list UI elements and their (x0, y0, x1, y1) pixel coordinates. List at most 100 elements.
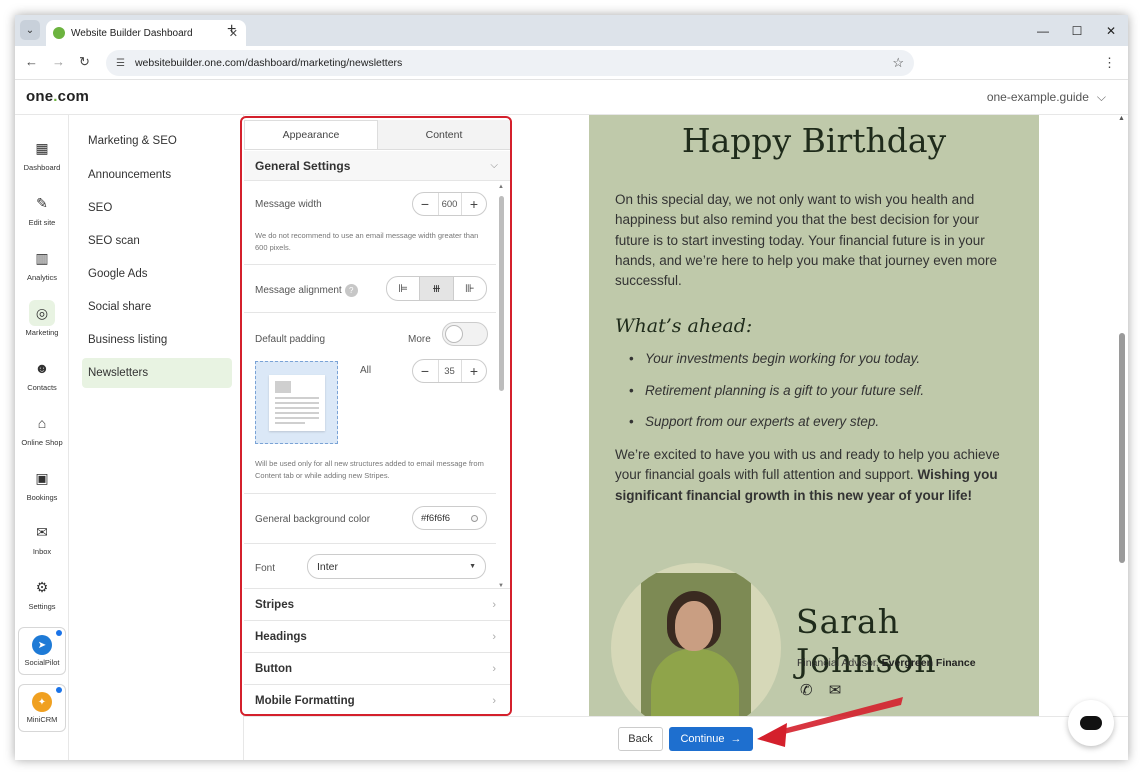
subnav-item-newsletters[interactable]: Newsletters (82, 358, 232, 388)
maximize-icon[interactable]: ☐ (1060, 15, 1094, 46)
toggle-knob (445, 325, 463, 343)
new-tab-button[interactable]: + (227, 21, 236, 39)
padding-stepper[interactable]: − 35 + (412, 359, 487, 383)
alignment-buttons: ⊫ ⧻ ⊪ (386, 276, 487, 301)
preview-scrollbar[interactable]: ▲ (1117, 115, 1127, 717)
gear-icon: ⚙ (35, 578, 49, 595)
increment-button[interactable]: + (462, 196, 486, 212)
list-item: Your investments begin working for you t… (629, 351, 1019, 383)
edit-site-icon: ✎ (36, 194, 48, 211)
logo[interactable]: one.com (26, 88, 89, 105)
email-closing: We’re excited to have you with us and re… (615, 447, 1000, 503)
rail-item-marketing[interactable]: ◎ Marketing (15, 300, 69, 337)
background-color-section: General background color #f6f6f6 (244, 494, 496, 544)
target-icon: ◎ (29, 300, 55, 326)
rail-item-bookings[interactable]: ▣ Bookings (15, 465, 69, 503)
subnav-item-social-share[interactable]: Social share (82, 292, 232, 322)
site-settings-icon[interactable]: ☰ (116, 58, 125, 69)
chevron-right-icon: › (492, 598, 496, 611)
font-label: Font (255, 563, 276, 574)
message-width-section: Message width − 600 + We do not recommen… (244, 182, 496, 265)
rail-item-online-shop[interactable]: ⌂ Online Shop (15, 410, 69, 447)
scroll-up-icon[interactable]: ▲ (498, 184, 504, 190)
image-placeholder-icon (275, 381, 291, 393)
caret-down-icon: ▼ (469, 563, 476, 570)
scroll-up-icon[interactable]: ▲ (1118, 115, 1125, 122)
mobile-formatting-section[interactable]: Mobile Formatting › (244, 684, 510, 714)
app-socialpilot[interactable]: ➤ SocialPilot (18, 627, 66, 675)
account-switcher[interactable]: one-example.guide ⌵ (987, 90, 1106, 105)
continue-button[interactable]: Continue → (669, 727, 753, 751)
message-width-value[interactable]: 600 (437, 193, 462, 215)
footer-actions: Back Continue → (244, 716, 1128, 760)
subnav-item-seo[interactable]: SEO (82, 193, 232, 223)
subnav-item-seo-scan[interactable]: SEO scan (82, 226, 232, 256)
app-minicrm[interactable]: ✦ MiniCRM (18, 684, 66, 732)
email-subheading: What’s ahead: (615, 315, 753, 337)
color-swatch[interactable] (471, 515, 478, 522)
browser-tab[interactable]: Website Builder Dashboard ✕ (46, 20, 246, 46)
rail-item-inbox[interactable]: ✉ Inbox (15, 519, 69, 557)
url-text: websitebuilder.one.com/dashboard/marketi… (134, 57, 403, 69)
advisor-portrait (611, 563, 781, 717)
headings-section[interactable]: Headings › (244, 620, 510, 652)
align-right-icon[interactable]: ⊪ (452, 277, 486, 300)
tab-content[interactable]: Content (378, 120, 510, 149)
align-left-icon[interactable]: ⊫ (387, 277, 419, 300)
background-color-input[interactable]: #f6f6f6 (412, 506, 487, 530)
padding-value[interactable]: 35 (437, 360, 462, 382)
scroll-thumb[interactable] (499, 196, 504, 391)
tab-search-button[interactable]: ⌄ (20, 20, 40, 40)
align-center-icon[interactable]: ⧻ (419, 277, 453, 300)
background-color-label: General background color (255, 514, 371, 525)
reload-icon[interactable]: ↻ (79, 54, 90, 70)
rail-item-edit-site[interactable]: ✎ Edit site (15, 190, 69, 228)
general-settings-header[interactable]: General Settings ⌵ (244, 151, 510, 181)
browser-menu-icon[interactable]: ⋮ (1103, 55, 1116, 71)
favicon-icon (53, 27, 65, 39)
appearance-settings-panel: Appearance Content General Settings ⌵ ▲ … (240, 116, 512, 716)
button-section[interactable]: Button › (244, 652, 510, 684)
message-width-stepper[interactable]: − 600 + (412, 192, 487, 216)
panel-scrollbar[interactable]: ▲ ▼ (498, 184, 506, 589)
browser-toolbar: ← → ↻ ☰ websitebuilder.one.com/dashboard… (15, 46, 1128, 80)
decrement-button[interactable]: − (413, 363, 437, 379)
rail-item-contacts[interactable]: ☻ Contacts (15, 355, 69, 392)
address-bar[interactable]: ☰ websitebuilder.one.com/dashboard/marke… (106, 50, 914, 76)
close-window-icon[interactable]: ✕ (1094, 15, 1128, 46)
rail-item-analytics[interactable]: ▥ Analytics (15, 245, 69, 283)
signature-role: Financial Advisor, Evergreen Finance (797, 657, 976, 669)
minimize-icon[interactable]: — (1026, 15, 1060, 46)
chevron-right-icon: › (492, 630, 496, 643)
tab-appearance[interactable]: Appearance (244, 120, 378, 149)
email-intro: On this special day, we not only want to… (615, 192, 997, 289)
inbox-icon: ✉ (36, 523, 48, 540)
email-preview: Happy Birthday On this special day, we n… (589, 115, 1039, 717)
help-icon[interactable]: ? (344, 284, 358, 297)
back-button[interactable]: Back (618, 727, 663, 751)
rail-item-settings[interactable]: ⚙ Settings (15, 574, 69, 612)
more-padding-toggle[interactable] (442, 322, 488, 346)
scroll-thumb[interactable] (1119, 333, 1125, 563)
message-alignment-section: Message alignment? ⊫ ⧻ ⊪ (244, 265, 496, 313)
rail-item-dashboard[interactable]: ▦ Dashboard (15, 135, 69, 173)
subnav-item-marketing-seo[interactable]: Marketing & SEO (82, 126, 232, 156)
notification-dot (56, 687, 62, 693)
list-item: Retirement planning is a gift to your fu… (629, 383, 1019, 415)
subnav-item-business-listing[interactable]: Business listing (82, 325, 232, 355)
back-arrow-icon[interactable]: ← (25, 54, 38, 69)
stripes-section[interactable]: Stripes › (244, 588, 510, 620)
message-width-help: We do not recommend to use an email mess… (255, 231, 479, 252)
chevron-right-icon: › (492, 662, 496, 675)
subnav-item-announcements[interactable]: Announcements (82, 160, 232, 190)
email-bullet-list: Your investments begin working for you t… (629, 351, 1019, 446)
chat-button[interactable] (1068, 700, 1114, 746)
main-nav-rail: ▦ Dashboard ✎ Edit site ▥ Analytics ◎ Ma… (15, 115, 69, 760)
increment-button[interactable]: + (462, 363, 486, 379)
font-select[interactable]: Inter ▼ (307, 554, 486, 579)
bookmark-star-icon[interactable]: ☆ (892, 55, 904, 71)
subnav-item-google-ads[interactable]: Google Ads (82, 259, 232, 289)
decrement-button[interactable]: − (413, 196, 437, 212)
default-padding-label: Default padding (255, 334, 326, 345)
forward-arrow-icon[interactable]: → (52, 54, 65, 69)
